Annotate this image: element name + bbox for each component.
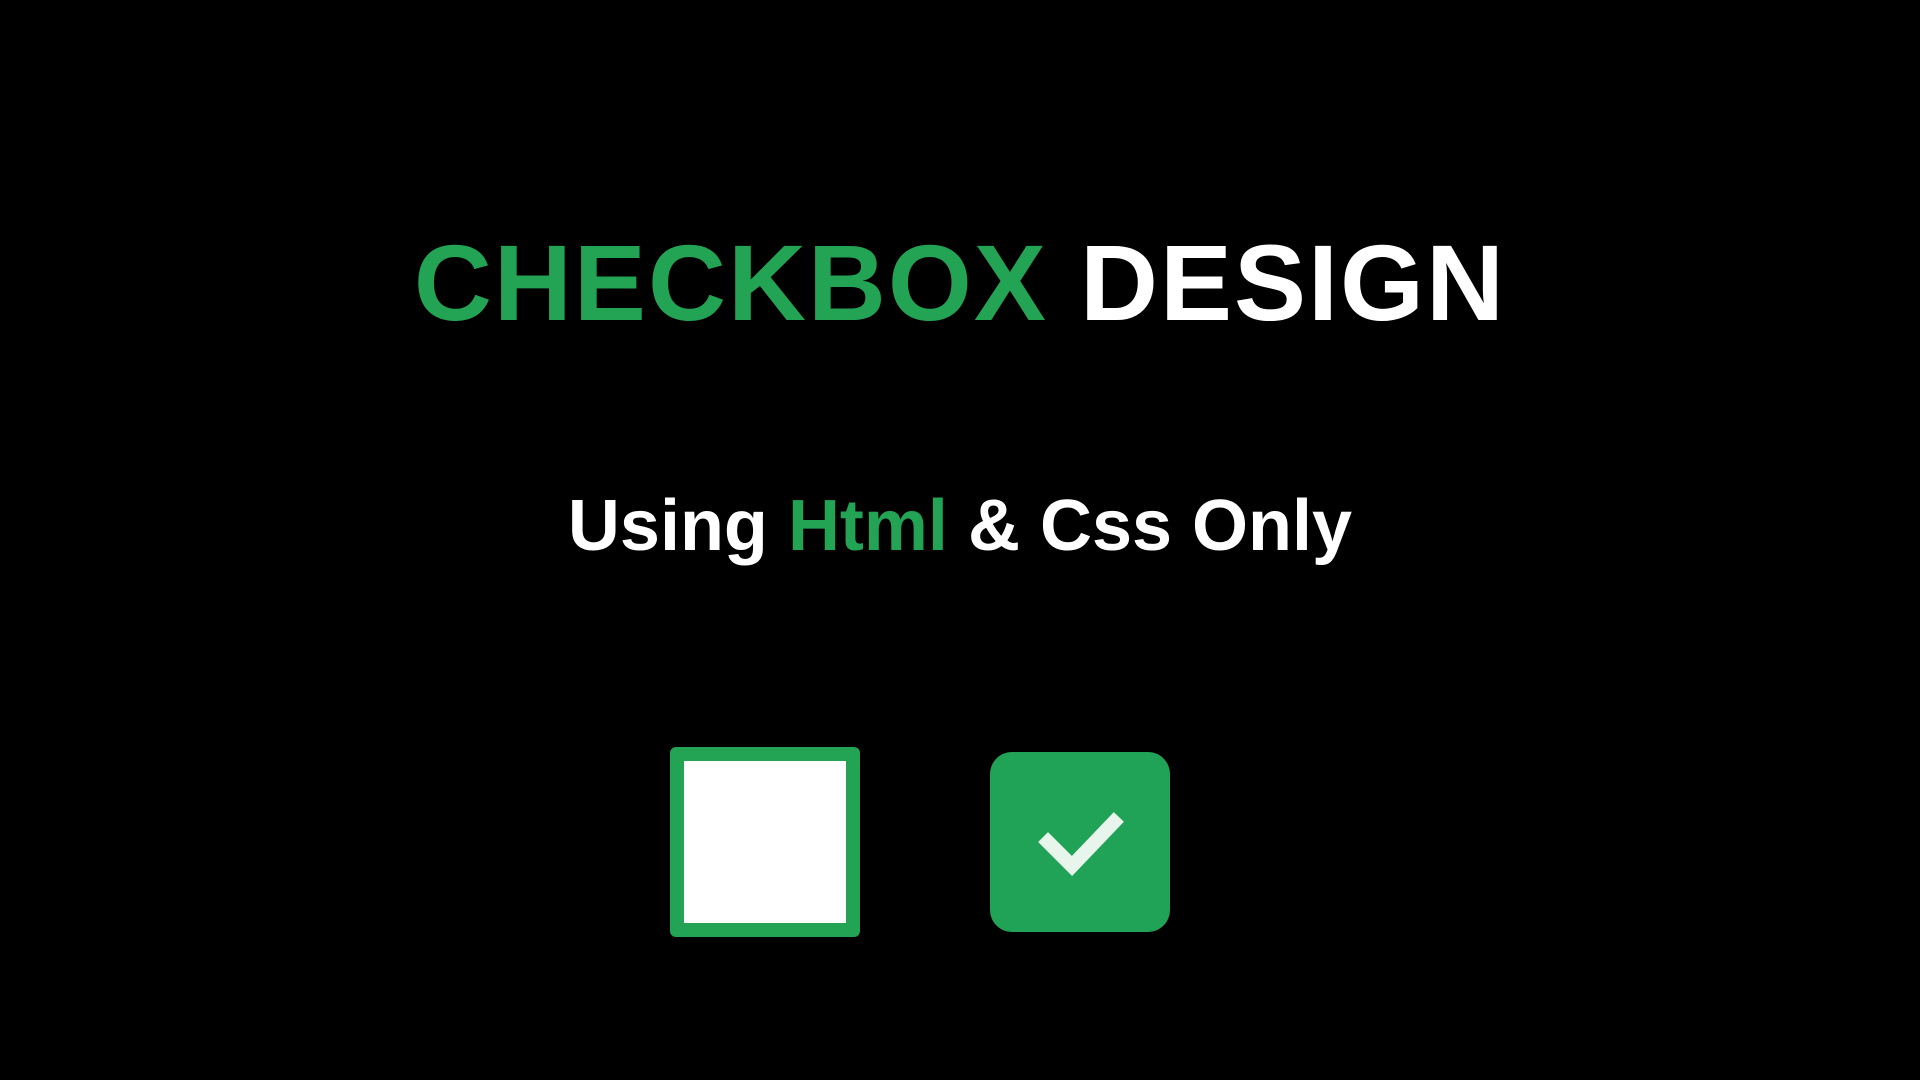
title-accent-word: CHECKBOX	[414, 222, 1048, 343]
page-subtitle: Using Html & Css Only	[568, 485, 1352, 567]
checkmark-icon	[1030, 790, 1130, 895]
checkbox-unchecked[interactable]	[670, 747, 860, 937]
subtitle-part1: Using	[568, 486, 768, 566]
subtitle-accent-word: Html	[788, 486, 948, 566]
checkbox-checked[interactable]	[990, 752, 1170, 932]
title-plain-word: DESIGN	[1080, 222, 1506, 343]
page-title: CHECKBOX DESIGN	[414, 220, 1506, 345]
checkbox-demo-row	[670, 747, 1170, 937]
subtitle-part3: & Css Only	[968, 486, 1352, 566]
